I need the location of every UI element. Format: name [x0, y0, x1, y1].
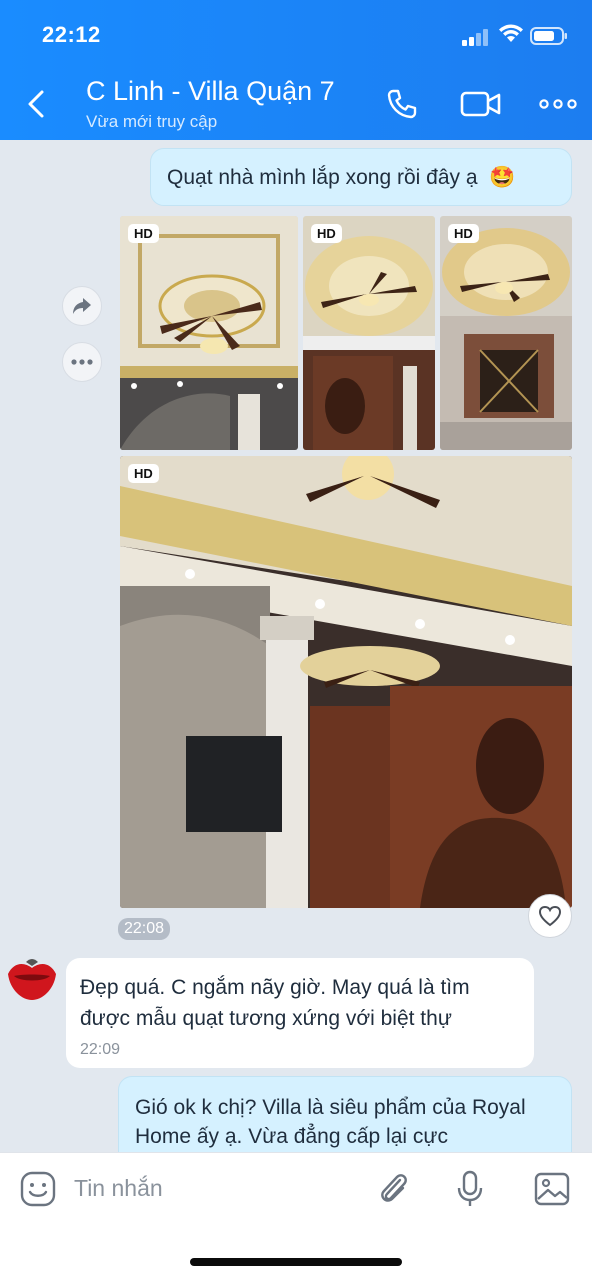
attach-icon	[381, 1174, 407, 1202]
image-icon	[534, 1172, 570, 1206]
status-time: 22:12	[42, 22, 101, 47]
wifi-icon	[499, 24, 523, 42]
ceiling-fan-photo	[120, 456, 572, 908]
video-icon	[460, 91, 501, 117]
ceiling-fan-photo	[120, 216, 298, 450]
hd-badge: HD	[128, 464, 159, 483]
chat-title[interactable]: C Linh - Villa Quận 7	[86, 76, 335, 107]
battery-icon	[530, 27, 567, 45]
react-button[interactable]	[528, 894, 572, 938]
star-struck-emoji: 🤩	[489, 166, 516, 189]
more-button[interactable]	[538, 82, 578, 126]
back-button[interactable]	[18, 82, 54, 126]
hd-badge: HD	[311, 224, 342, 243]
back-icon	[28, 90, 44, 118]
message-time: 22:08	[118, 918, 171, 940]
phone-icon	[387, 89, 417, 119]
sticker-icon	[20, 1171, 56, 1207]
more-icon	[539, 99, 577, 109]
hd-badge: HD	[128, 224, 159, 243]
photo-thumbnail[interactable]: HD	[303, 216, 435, 450]
avatar[interactable]	[4, 952, 60, 1008]
message-bubble-sent[interactable]: Gió ok k chị? Villa là siêu phẩm của Roy…	[118, 1076, 572, 1152]
forward-icon	[73, 298, 91, 314]
photo-thumbnail[interactable]: HD	[120, 216, 298, 450]
status-bar: 22:12	[0, 0, 592, 70]
video-call-button[interactable]	[458, 82, 504, 126]
message-text: Gió ok k chị? Villa là siêu phẩm của Roy…	[135, 1096, 526, 1148]
ceiling-fan-photo	[440, 216, 572, 450]
signal-icon	[462, 28, 492, 46]
message-text: Đẹp quá. C ngắm nãy giờ. May quá là tìm …	[80, 976, 470, 1030]
message-bubble-received[interactable]: Đẹp quá. C ngắm nãy giờ. May quá là tìm …	[66, 958, 534, 1068]
photo-large[interactable]: HD	[120, 456, 572, 908]
lips-avatar-icon	[8, 959, 56, 1000]
forward-button[interactable]	[62, 286, 102, 326]
message-input[interactable]: Tin nhắn	[74, 1175, 163, 1202]
message-bubble-sent[interactable]: Quạt nhà mình lắp xong rồi đây ạ 🤩	[150, 148, 572, 206]
attach-button[interactable]	[372, 1167, 416, 1211]
ellipsis-icon	[71, 359, 93, 365]
chat-messages[interactable]: Quạt nhà mình lắp xong rồi đây ạ 🤩 HD HD…	[0, 140, 592, 1152]
home-indicator	[190, 1258, 402, 1266]
sticker-button[interactable]	[16, 1167, 60, 1211]
chat-status: Vừa mới truy cập	[86, 112, 218, 131]
chat-header: 22:12 C Linh - Villa Quận 7 Vừa mới truy…	[0, 0, 592, 140]
message-options-button[interactable]	[62, 342, 102, 382]
hd-badge: HD	[448, 224, 479, 243]
photo-thumbnail[interactable]: HD	[440, 216, 572, 450]
mic-icon	[457, 1170, 483, 1206]
ceiling-fan-photo	[303, 216, 435, 450]
message-text: Quạt nhà mình lắp xong rồi đây ạ	[167, 166, 478, 189]
call-button[interactable]	[382, 82, 422, 126]
message-time: 22:09	[80, 1041, 121, 1058]
heart-icon	[538, 905, 562, 927]
image-button[interactable]	[530, 1167, 574, 1211]
voice-button[interactable]	[448, 1167, 492, 1211]
